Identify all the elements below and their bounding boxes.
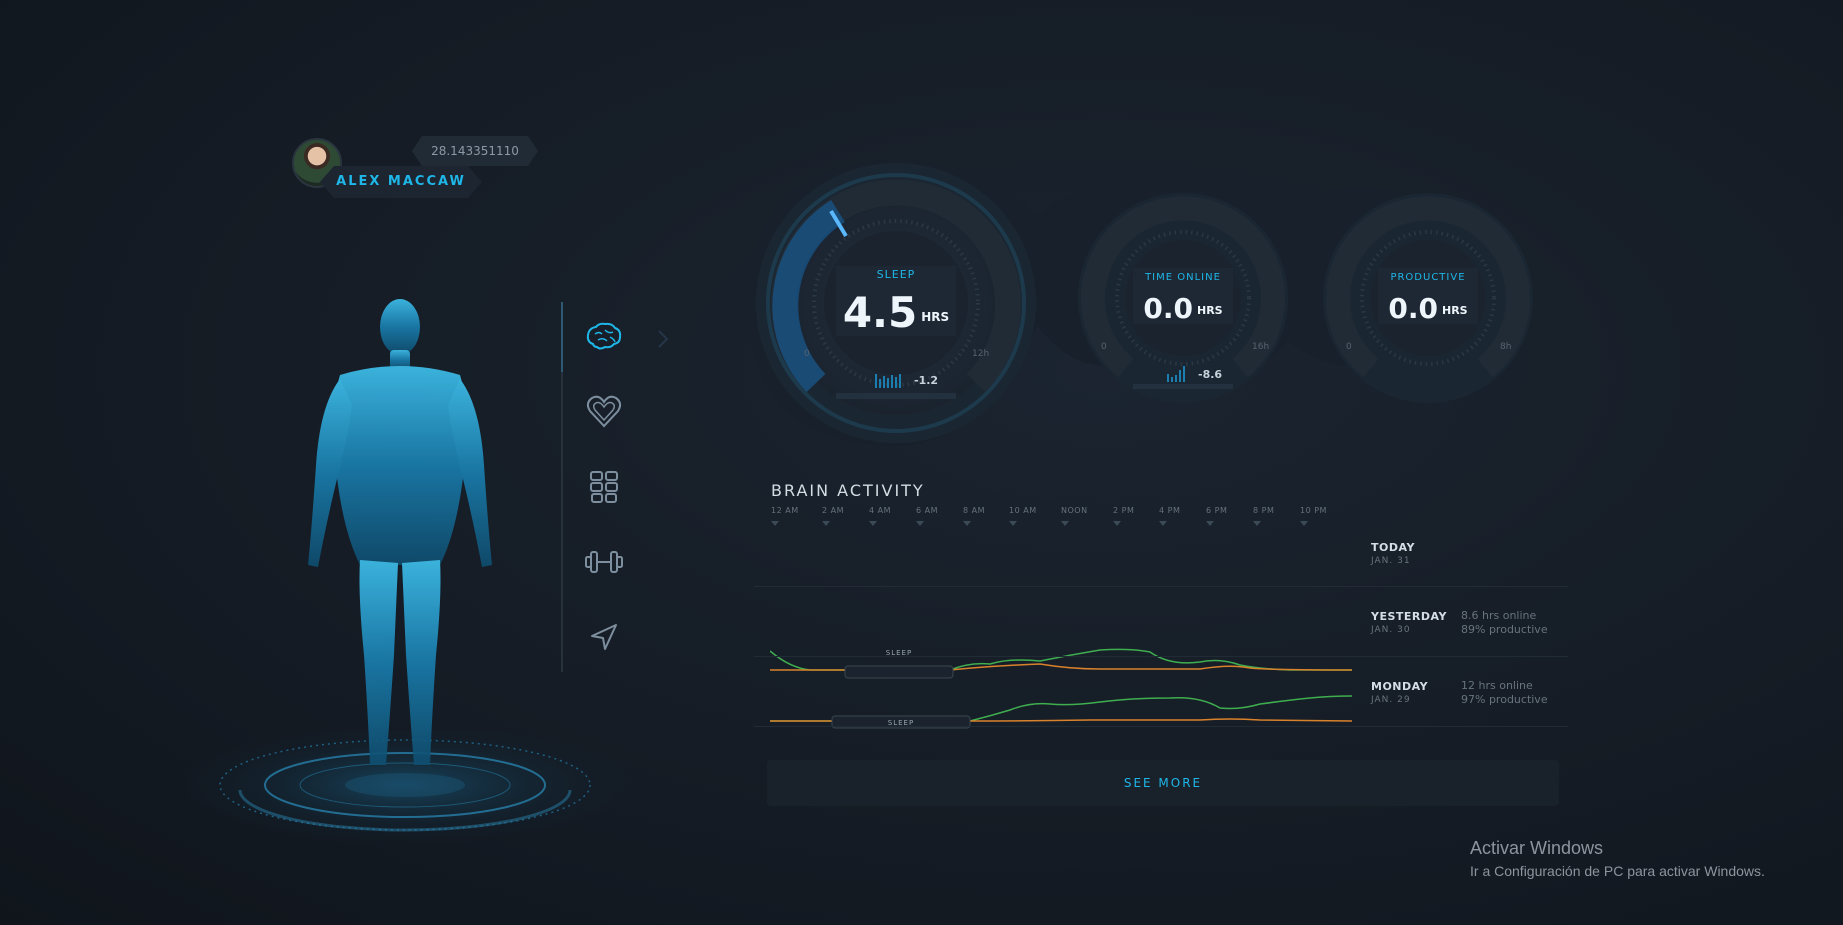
productive-label: PRODUCTIVE (1390, 272, 1466, 283)
time-label: 10 AM (1009, 506, 1037, 515)
brain-icon (586, 322, 622, 350)
time-marker (963, 521, 971, 526)
time-marker (1159, 521, 1167, 526)
sleep-number: 4.5 (842, 288, 918, 337)
nav-item-fitness[interactable] (580, 538, 628, 586)
time-label: 12 AM (771, 506, 799, 515)
time-marker (916, 521, 924, 526)
time-online-min: 0 (1101, 342, 1107, 352)
productive-value: 0.0 HRS (1328, 292, 1528, 325)
sleep-trend-bars (875, 374, 901, 388)
day-yesterday-name: YESTERDAY (1371, 610, 1447, 623)
human-body-figure (308, 299, 492, 765)
abs-icon (590, 471, 618, 503)
time-online-value: 0.0 HRS (1083, 292, 1283, 325)
day-today-name: TODAY (1371, 541, 1415, 554)
day-monday-online: 12 hrs online (1461, 679, 1533, 692)
productive-unit: HRS (1442, 304, 1468, 317)
time-label: 6 PM (1206, 506, 1228, 515)
coordinate-tag: 28.143351110 (412, 136, 538, 166)
day-yesterday-online: 8.6 hrs online (1461, 609, 1537, 622)
time-marker (771, 521, 779, 526)
sleep-max: 12h (972, 349, 990, 359)
time-online-number: 0.0 (1143, 292, 1193, 325)
time-marker (1300, 521, 1308, 526)
productive-max: 8h (1500, 342, 1512, 352)
productive-min: 0 (1346, 342, 1352, 352)
day-monday-date: JAN. 29 (1371, 695, 1411, 705)
time-label: 10 PM (1300, 506, 1327, 515)
day-today-date: JAN. 31 (1371, 556, 1411, 566)
productive-number: 0.0 (1388, 292, 1438, 325)
time-marker (1253, 521, 1261, 526)
user-name[interactable]: ALEX MACCAW (320, 166, 482, 198)
brain-activity-title: BRAIN ACTIVITY (771, 481, 925, 500)
day-yesterday-date: JAN. 30 (1371, 625, 1411, 635)
time-marker (822, 521, 830, 526)
windows-activation-subtitle[interactable]: Ir a Configuración de PC para activar Wi… (1470, 863, 1765, 879)
sleep-unit: HRS (921, 310, 950, 324)
nav-item-abs[interactable] (580, 463, 628, 511)
row-divider (754, 586, 1568, 587)
row-divider (754, 656, 1568, 657)
day-monday-productive: 97% productive (1461, 693, 1548, 706)
time-label: 2 AM (822, 506, 845, 515)
time-marker (1061, 521, 1069, 526)
time-label: 2 PM (1113, 506, 1135, 515)
sleep-label: SLEEP (876, 268, 916, 281)
navigation-icon (591, 624, 617, 650)
time-online-delta: -8.6 (1198, 368, 1223, 381)
time-label: 4 PM (1159, 506, 1181, 515)
windows-activation-title: Activar Windows (1470, 838, 1604, 858)
heart-icon (586, 395, 622, 428)
nav-item-heart[interactable] (580, 388, 628, 436)
time-online-max: 16h (1252, 342, 1270, 352)
time-label: NOON (1061, 506, 1088, 515)
time-marker (1009, 521, 1017, 526)
sleep-value: 4.5 HRS (796, 288, 996, 337)
time-label: 6 AM (916, 506, 939, 515)
time-online-unit: HRS (1197, 304, 1223, 317)
time-marker (1113, 521, 1121, 526)
time-label: 8 AM (963, 506, 986, 515)
day-monday-name: MONDAY (1371, 680, 1429, 693)
time-online-label: TIME ONLINE (1145, 272, 1221, 283)
sleep-min: 0 (804, 349, 810, 359)
see-more-button[interactable]: SEE MORE (767, 760, 1559, 806)
time-marker (869, 521, 877, 526)
dumbbell-icon (585, 551, 623, 573)
time-label: 4 AM (869, 506, 892, 515)
nav-track-active (561, 302, 563, 372)
nav-item-location[interactable] (580, 613, 628, 661)
row-divider (754, 726, 1568, 727)
sleep-delta: -1.2 (914, 374, 939, 387)
chevron-right-icon (658, 330, 669, 348)
day-yesterday-productive: 89% productive (1461, 623, 1548, 636)
nav-item-brain[interactable] (580, 314, 628, 362)
time-online-trend-bars (1167, 366, 1185, 382)
time-label: 8 PM (1253, 506, 1275, 515)
time-marker (1206, 521, 1214, 526)
